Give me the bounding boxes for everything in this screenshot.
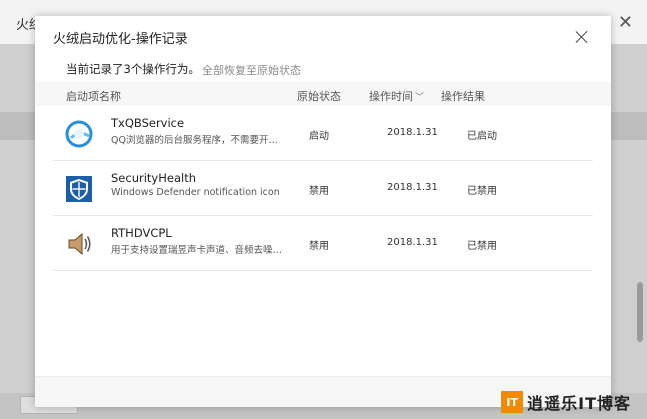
close-icon[interactable] bbox=[575, 30, 589, 44]
operation-result: 已启动 bbox=[467, 131, 497, 142]
background-scrollbar[interactable] bbox=[637, 282, 643, 342]
column-header-result[interactable]: 操作结果 bbox=[441, 88, 485, 104]
startup-item-description: 用于支持设置瑞昱声卡声道、音频去噪… bbox=[111, 245, 283, 256]
startup-item-description: Windows Defender notification icon bbox=[111, 187, 280, 198]
qq-browser-icon bbox=[65, 120, 93, 148]
record-summary: 当前记录了3个操作行为。 bbox=[66, 62, 200, 76]
table-header: 启动项名称 原始状态 操作时间 ﹀ 操作结果 bbox=[35, 82, 611, 106]
startup-item-name: RTHDVCPL bbox=[111, 226, 172, 240]
sort-chevron-down-icon: ﹀ bbox=[415, 93, 425, 103]
operation-result: 已禁用 bbox=[467, 186, 497, 197]
original-status: 禁用 bbox=[309, 186, 329, 197]
original-status: 禁用 bbox=[309, 241, 329, 252]
speaker-icon bbox=[68, 232, 91, 256]
watermark-logo: IT 逍遥乐IT博客 bbox=[501, 391, 631, 413]
dialog-title: 火绒启动优化-操作记录 bbox=[53, 32, 188, 47]
operation-record-dialog: 火绒启动优化-操作记录 当前记录了3个操作行为。 全部恢复至原始状态 启动项名称… bbox=[35, 16, 611, 407]
column-header-original-status[interactable]: 原始状态 bbox=[297, 88, 341, 104]
startup-item-description: QQ浏览器的后台服务程序，不需要开… bbox=[111, 135, 278, 146]
operation-result: 已禁用 bbox=[467, 241, 497, 252]
column-header-time-label: 操作时间 bbox=[369, 90, 413, 103]
startup-item-name: TxQBService bbox=[111, 116, 185, 130]
operation-time: 2018.1.31 bbox=[387, 127, 438, 138]
startup-item-name: SecurityHealth bbox=[111, 171, 196, 185]
restore-all-link[interactable]: 全部恢复至原始状态 bbox=[202, 62, 301, 78]
windows-defender-shield-icon bbox=[66, 176, 92, 202]
original-status: 启动 bbox=[309, 131, 329, 142]
operation-time: 2018.1.31 bbox=[387, 237, 438, 248]
background-close-icon[interactable]: ✕ bbox=[618, 12, 633, 33]
column-header-name[interactable]: 启动项名称 bbox=[66, 88, 121, 104]
table-row[interactable]: SecurityHealth Windows Defender notifica… bbox=[53, 161, 593, 216]
column-header-time[interactable]: 操作时间 ﹀ bbox=[369, 88, 424, 104]
watermark-badge: IT bbox=[501, 391, 524, 413]
table-row[interactable]: TxQBService QQ浏览器的后台服务程序，不需要开… 启动 2018.1… bbox=[53, 106, 593, 161]
table-row[interactable]: RTHDVCPL 用于支持设置瑞昱声卡声道、音频去噪… 禁用 2018.1.31… bbox=[53, 216, 593, 271]
operation-time: 2018.1.31 bbox=[387, 182, 438, 193]
watermark-text: 逍遥乐IT博客 bbox=[527, 394, 631, 413]
